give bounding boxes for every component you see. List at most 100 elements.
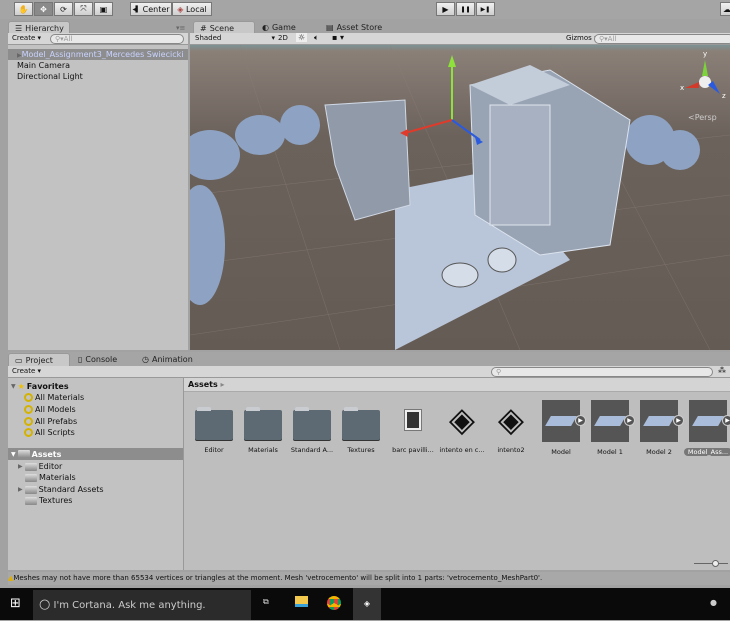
asset-item[interactable]: ◈ intento2 — [487, 400, 535, 454]
asset-item[interactable]: Textures — [337, 400, 385, 454]
file-explorer-icon[interactable] — [295, 596, 308, 607]
persp-label[interactable]: <Persp — [688, 113, 717, 122]
hierarchy-panel: ▶Model_Assignment3_Mercedes Swiecicki Ma… — [8, 45, 188, 350]
asset-item[interactable]: Editor — [190, 400, 238, 454]
folder-icon — [17, 450, 30, 458]
audio-toggle-icon[interactable]: 🔈︎ — [314, 33, 319, 43]
pivot-center-button[interactable]: ◂▌ Center — [130, 2, 172, 16]
tree-folder-materials[interactable]: Materials — [25, 472, 76, 483]
search-icon — [24, 405, 33, 414]
scene-viewport[interactable]: y x z <Persp — [190, 45, 730, 350]
model-thumbnail: ▶ — [640, 400, 684, 442]
asset-item[interactable]: Materials — [239, 400, 287, 454]
cortana-icon: ○ — [39, 597, 51, 612]
shading-dropdown[interactable]: Shaded ▾ — [195, 34, 275, 42]
store-icon: ▤ — [326, 23, 334, 32]
windows-start-button[interactable]: ⊞ — [10, 596, 21, 611]
main-toolbar: ✋ ✥ ⟳ ⤧ ▣ ◂▌ Center ◈ Local ▶ ❚❚ ▶❚ ☁ — [0, 0, 730, 19]
hierarchy-item[interactable]: Directional Light — [8, 71, 188, 82]
asset-item[interactable]: ▶ Model_Ass... — [684, 400, 730, 456]
rotate-tool-button[interactable]: ⟳ — [54, 2, 73, 16]
hierarchy-item[interactable]: Main Camera — [8, 60, 188, 71]
step-button[interactable]: ▶❚ — [476, 2, 495, 16]
tree-folder-standard-assets[interactable]: ▶ Standard Assets — [18, 484, 104, 495]
search-icon — [24, 428, 33, 437]
favorite-item[interactable]: All Models — [24, 404, 76, 415]
pacman-icon: ◐ — [262, 23, 269, 32]
console-icon: ▯ — [78, 355, 83, 364]
search-icon — [24, 393, 33, 402]
pivot-icon: ◂▌ — [132, 5, 141, 13]
expand-arrow-icon: ▶ — [722, 415, 730, 426]
favorite-item[interactable]: All Scripts — [24, 427, 75, 438]
play-button[interactable]: ▶ — [436, 2, 455, 16]
space-local-button[interactable]: ◈ Local — [172, 2, 212, 16]
asset-item[interactable]: ◈ intento en c... — [438, 400, 486, 454]
rect-tool-button[interactable]: ▣ — [94, 2, 113, 16]
scene-render — [190, 45, 730, 350]
folder-icon — [195, 407, 233, 440]
asset-item[interactable]: ▶ Model — [537, 400, 586, 456]
hierarchy-search-input[interactable]: ⚲▾All — [50, 34, 184, 44]
status-bar[interactable]: ▲Meshes may not have more than 65534 ver… — [8, 572, 730, 585]
asset-item[interactable]: ▶ Model 1 — [586, 400, 635, 456]
effects-dropdown-icon[interactable]: ▪ ▾ — [332, 33, 344, 42]
expand-arrow-icon: ▶ — [624, 415, 635, 426]
asset-item[interactable]: Standard A... — [288, 400, 336, 454]
grid-icon: # — [200, 23, 207, 33]
expand-arrow-icon: ▶ — [673, 415, 684, 426]
folder-icon — [24, 485, 37, 494]
asset-item[interactable]: barc pavilli... — [389, 400, 437, 454]
model-thumbnail: ▶ — [591, 400, 635, 442]
unity-taskbar-icon[interactable]: ◈ — [353, 588, 381, 620]
tree-folder-textures[interactable]: Textures — [25, 495, 72, 506]
cortana-search-box[interactable]: ○ I'm Cortana. Ask me anything. — [33, 590, 251, 620]
lighting-toggle-icon[interactable]: ☼ — [296, 33, 308, 42]
image-file-icon — [404, 409, 422, 431]
2d-toggle[interactable]: 2D — [278, 34, 288, 42]
folder-icon — [25, 473, 37, 482]
list-icon: ☰ — [15, 23, 23, 33]
folder-icon — [293, 407, 331, 440]
tab-project[interactable]: ▭ Project — [8, 353, 70, 366]
model-thumbnail: ▶ — [542, 400, 586, 442]
tray-icon[interactable]: ● — [710, 598, 717, 607]
icon-size-slider[interactable] — [694, 560, 728, 567]
hierarchy-create-button[interactable]: Create ▾ — [12, 34, 41, 42]
assets-root[interactable]: ▼ Assets — [8, 448, 183, 460]
folder-icon: ▭ — [15, 355, 23, 365]
scene-toolbar: Shaded▾ 2D ☼ 🔈︎ ▪ ▾ Gizmos ▾ ⚲▾All — [190, 33, 730, 45]
cloud-button[interactable]: ☁ — [720, 2, 730, 16]
gizmos-dropdown[interactable]: Gizmos ▾ — [566, 34, 598, 42]
favorite-item[interactable]: All Prefabs — [24, 416, 77, 427]
scale-tool-button[interactable]: ⤧ — [74, 2, 93, 16]
hand-tool-button[interactable]: ✋ — [14, 2, 33, 16]
unity-scene-icon: ◈ — [497, 400, 525, 440]
chrome-icon[interactable] — [327, 596, 341, 610]
task-view-icon[interactable]: ⧉ — [263, 597, 269, 607]
tree-folder-editor[interactable]: ▶ Editor — [18, 461, 62, 472]
move-tool-button[interactable]: ✥ — [34, 2, 53, 16]
expand-arrow-icon: ▶ — [575, 415, 586, 426]
project-tree: ▼ ★ Favorites All Materials All Models All… — [8, 378, 183, 570]
asset-item[interactable]: ▶ Model 2 — [635, 400, 684, 456]
tab-animation[interactable]: ◷ Animation — [136, 353, 199, 366]
favorite-item[interactable]: All Materials — [24, 392, 84, 403]
project-search-input[interactable]: ⚲ — [491, 367, 713, 377]
tab-console[interactable]: ▯ Console — [72, 353, 123, 366]
project-create-button[interactable]: Create ▾ — [12, 367, 41, 375]
building-left — [324, 99, 411, 221]
favorites-header[interactable]: ▼ ★ Favorites — [11, 381, 69, 392]
orientation-gizmo[interactable]: y x z — [680, 50, 730, 105]
filter-type-icon[interactable]: ⁂ — [718, 366, 726, 375]
folder-icon — [25, 496, 37, 505]
breadcrumb: Assets ▸ — [184, 378, 730, 392]
windows-taskbar: ⊞ ○ I'm Cortana. Ask me anything. ⧉ ◈ ● — [0, 588, 730, 620]
hierarchy-item[interactable]: ▶Model_Assignment3_Mercedes Swiecicki — [8, 49, 188, 60]
cube-icon: ◈ — [177, 4, 184, 14]
pause-button[interactable]: ❚❚ — [456, 2, 475, 16]
panel-menu-icon[interactable]: ▾≡ — [176, 24, 185, 32]
hierarchy-toolbar: Create ▾ ⚲▾All — [8, 33, 188, 45]
search-icon — [24, 417, 33, 426]
scene-search-input[interactable]: ⚲▾All — [594, 34, 730, 44]
